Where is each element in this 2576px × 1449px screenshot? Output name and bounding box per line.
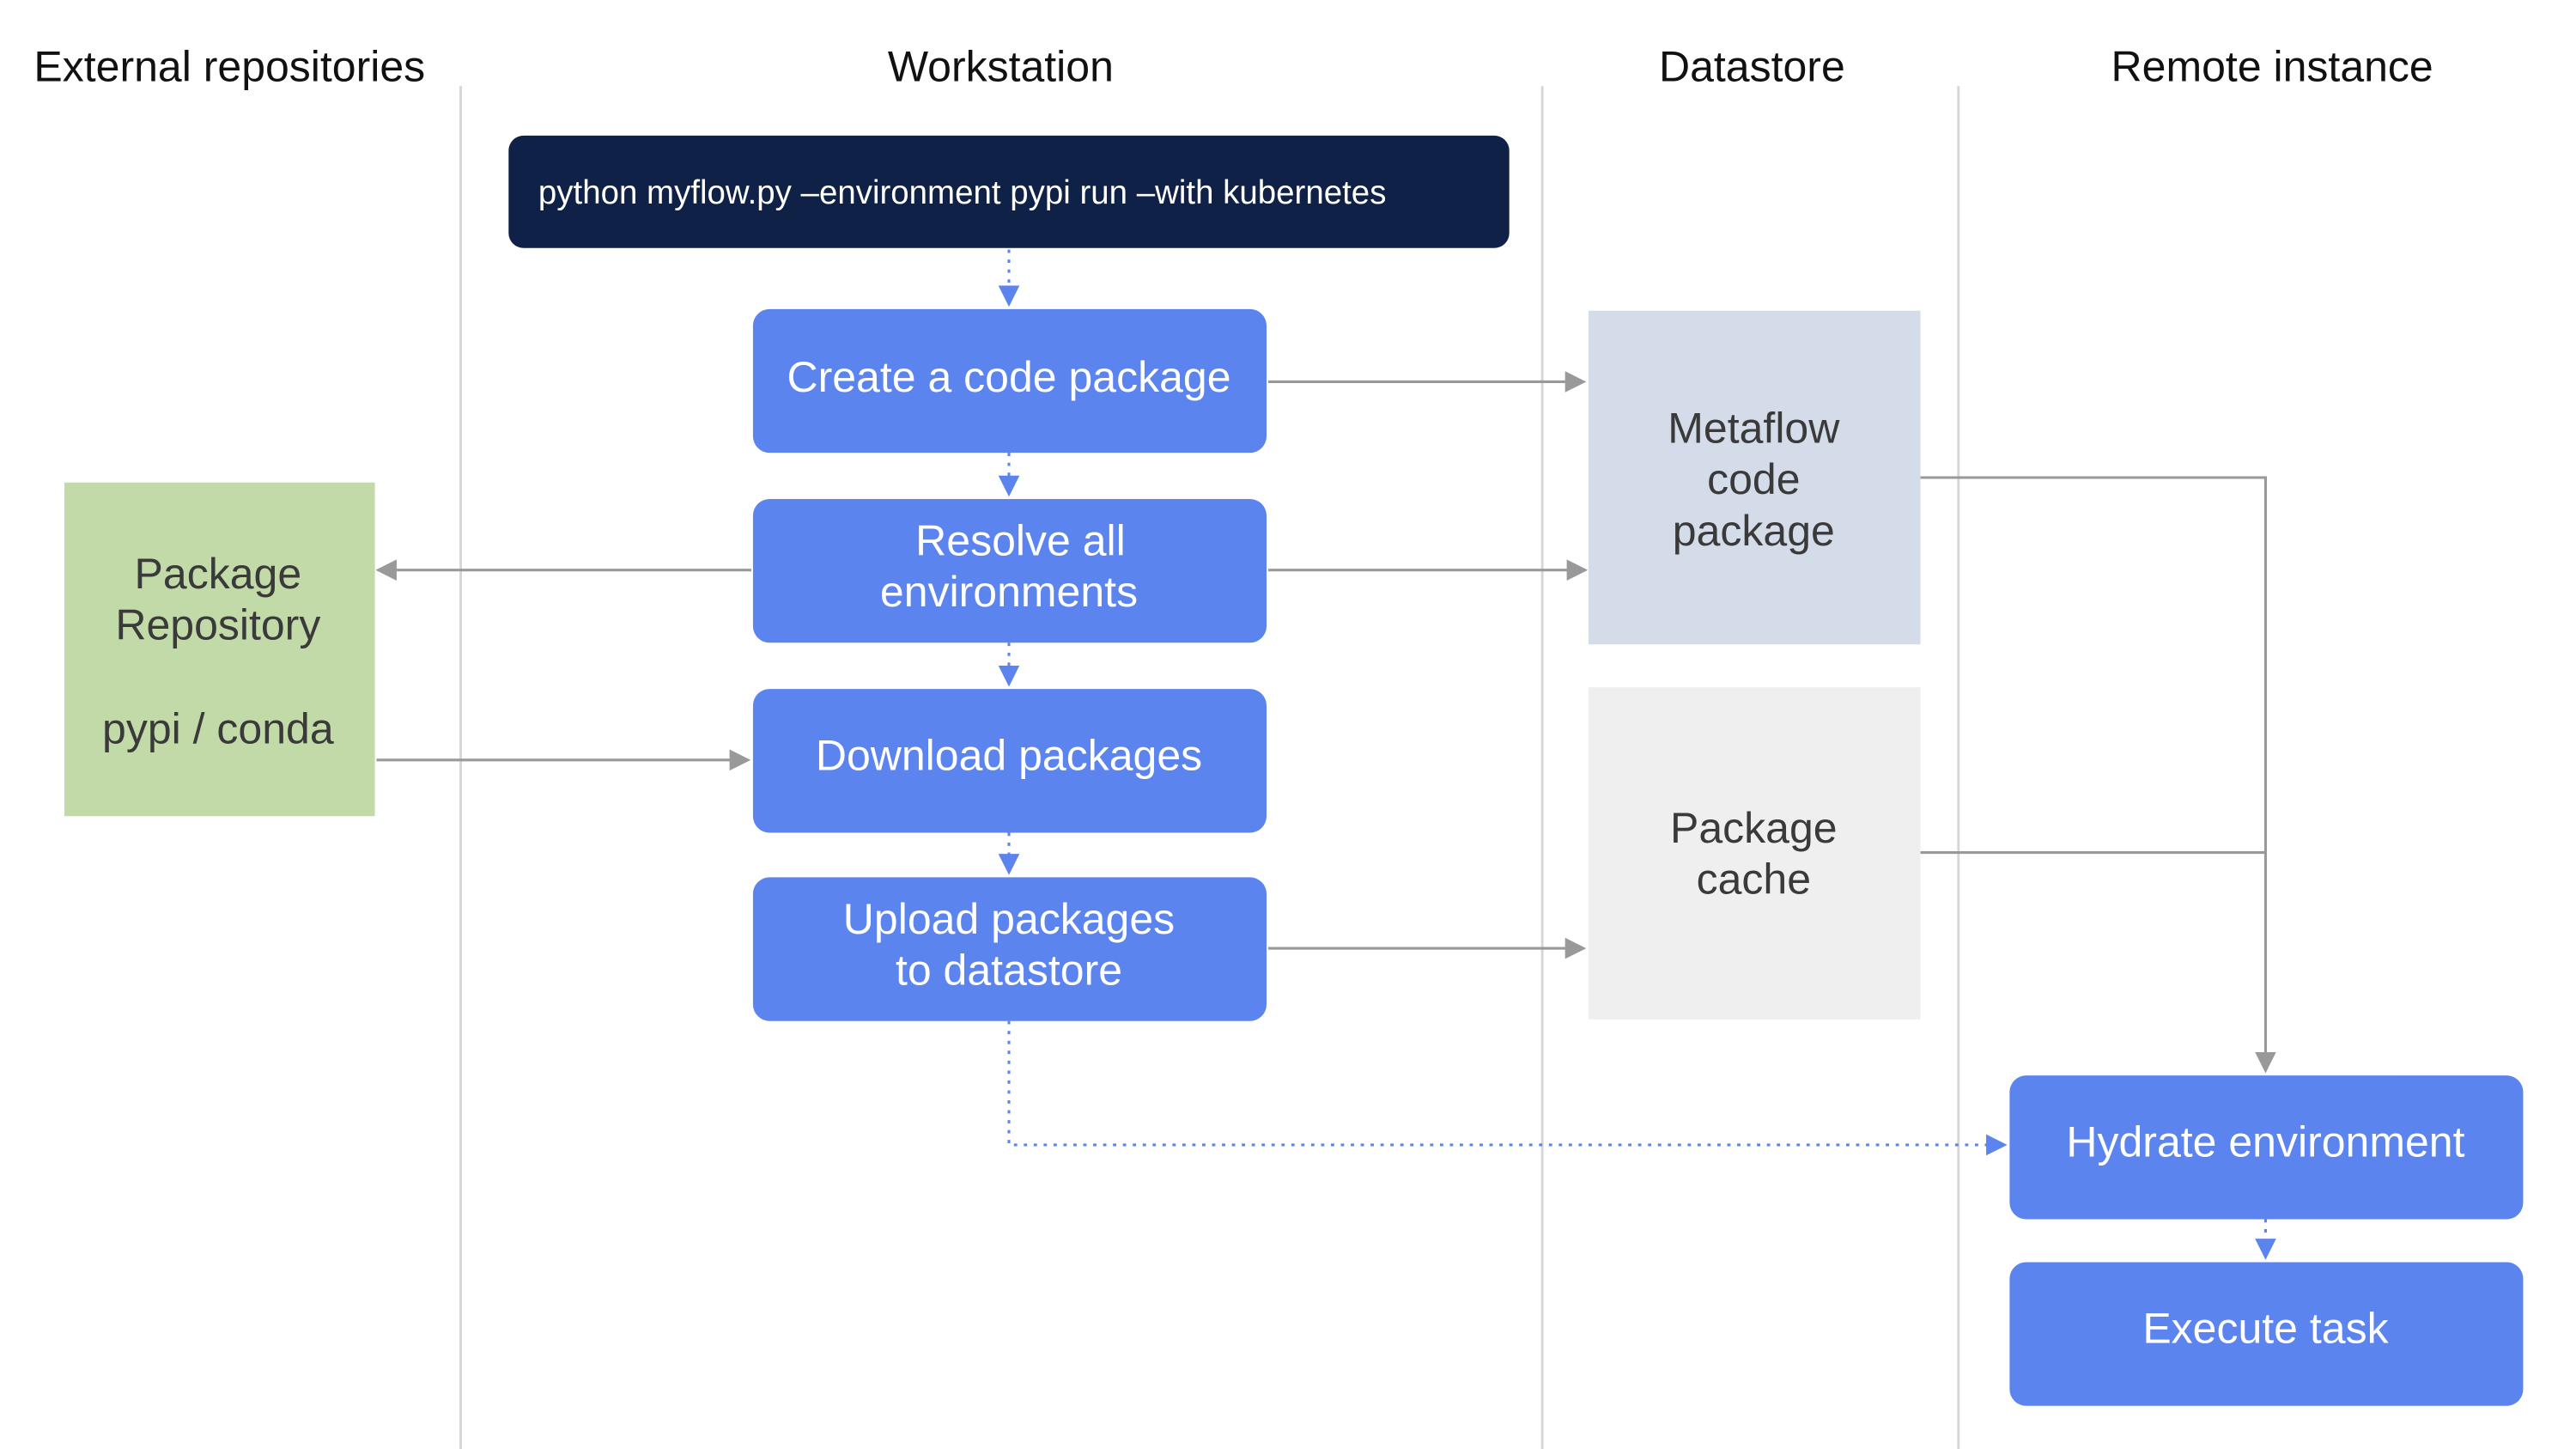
package-repository: Package Repository pypi / conda [64,482,375,817]
lane-header-remote: Remote instance [2111,42,2433,90]
metaflow-code-package: Metaflow code package [1589,310,1921,645]
diagram: External repositories Workstation Datast… [33,42,2524,1449]
step-label: Hydrate environment [2066,1117,2464,1166]
package-cache: Package cache [1589,687,1921,1020]
repository-label: Package [135,550,302,598]
step-label: Download packages [816,731,1202,779]
step-create-code-package: Create a code package [752,308,1267,454]
step-label: Create a code package [787,353,1230,401]
flow-arrow [1007,1020,2008,1156]
connectors [375,249,2276,1260]
step-hydrate-environment: Hydrate environment [2009,1075,2524,1220]
lane-header-workstation: Workstation [888,42,1114,90]
repository-label: Repository [115,600,320,648]
lane-header-external: External repositories [33,42,425,90]
step-label: Execute task [2142,1305,2389,1353]
code-package-label: code [1707,455,1800,503]
code-package-label: package [1673,507,1835,555]
step-label: to datastore [896,946,1122,994]
step-resolve-environments: Resolve all environments [752,499,1267,643]
data-arrow [1920,476,2276,1074]
step-download-packages: Download packages [752,689,1267,833]
step-execute-task: Execute task [2009,1262,2524,1406]
command-text: python myflow.py –environment pypi run –… [538,174,1387,211]
step-label: Resolve all [915,516,1126,564]
code-package-label: Metaflow [1668,405,1840,453]
step-label: Upload packages [843,895,1175,943]
command-box: python myflow.py –environment pypi run –… [508,135,1510,248]
package-cache-label: cache [1697,855,1811,904]
lane-header-datastore: Datastore [1659,42,1845,90]
repository-sources: pypi / conda [102,705,334,753]
step-upload-packages: Upload packages to datastore [752,877,1267,1021]
package-cache-label: Package [1670,804,1838,852]
step-label: environments [880,568,1138,616]
